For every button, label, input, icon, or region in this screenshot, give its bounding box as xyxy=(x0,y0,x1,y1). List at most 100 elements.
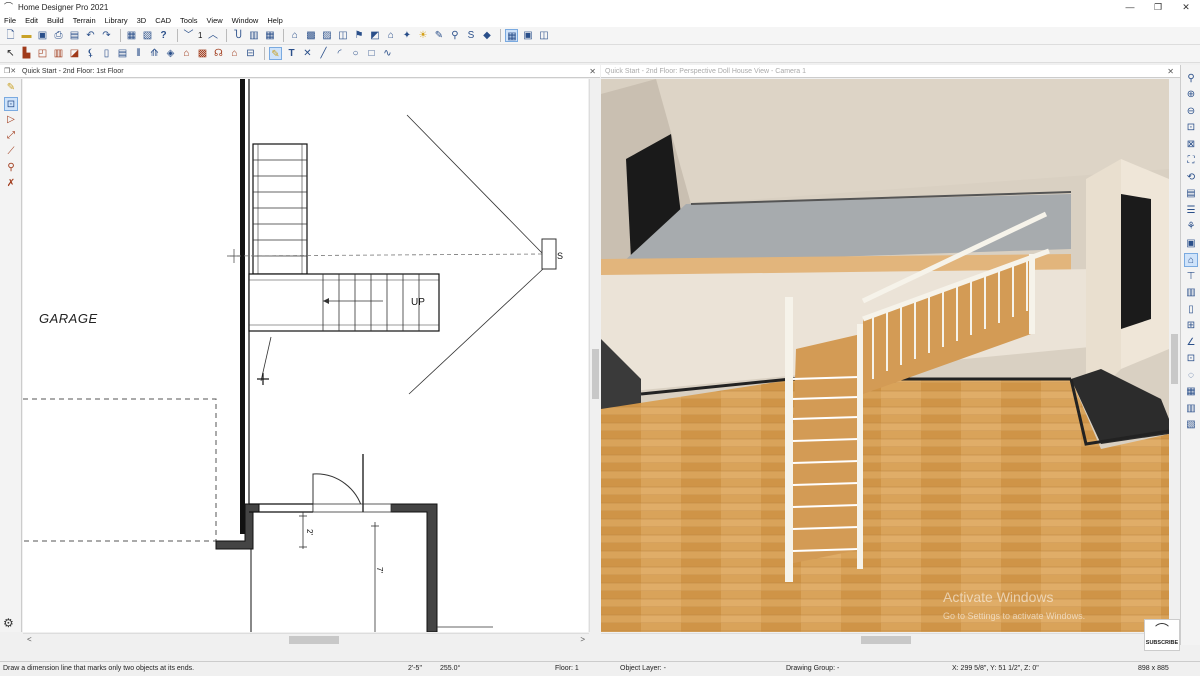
deck-tool-icon[interactable]: ◈ xyxy=(164,47,177,60)
menu-window[interactable]: Window xyxy=(232,16,259,25)
cabinet-tool-icon[interactable]: ▥ xyxy=(52,47,65,60)
zoom-in-icon[interactable]: ⊕ xyxy=(1184,88,1198,102)
open-folder-icon[interactable]: ▬ xyxy=(20,29,33,42)
3d-horizontal-scrollbar[interactable] xyxy=(601,633,1169,645)
plumbing-tool-icon[interactable]: ⌂ xyxy=(228,47,241,60)
roof-tool-icon[interactable]: ⟰ xyxy=(148,47,161,60)
restore-window-icon[interactable]: ❐✕ xyxy=(4,65,22,78)
scroll-right-icon[interactable]: > xyxy=(580,634,585,646)
house-view-icon[interactable]: ⌂ xyxy=(288,29,301,42)
material-painter-icon[interactable]: S xyxy=(464,29,477,42)
cross-section-icon[interactable]: ◫ xyxy=(336,29,349,42)
menu-view[interactable]: View xyxy=(207,16,223,25)
menu-library[interactable]: Library xyxy=(105,16,128,25)
tile-windows-icon[interactable]: ▦ xyxy=(505,29,519,42)
x-marker-icon[interactable]: ✕ xyxy=(301,47,314,60)
calculator-icon[interactable]: ▦ xyxy=(125,29,138,42)
dimension-tool-icon[interactable]: ✎ xyxy=(269,47,282,60)
save-icon[interactable]: ▣ xyxy=(36,29,49,42)
circle-tool-icon[interactable]: ○ xyxy=(349,47,362,60)
3d-upper-post[interactable] xyxy=(1029,254,1035,334)
menu-build[interactable]: Build xyxy=(47,16,64,25)
close-button[interactable]: ✕ xyxy=(1172,0,1200,14)
zoom-out-icon[interactable]: ⊖ xyxy=(1184,105,1198,119)
fireplace-tool-icon[interactable]: ▩ xyxy=(196,47,209,60)
table-icon[interactable]: ▥ xyxy=(1184,402,1198,416)
camera-marker[interactable] xyxy=(541,238,557,270)
scroll-left-icon[interactable]: < xyxy=(27,634,32,646)
window-tool-icon[interactable]: ⚸ xyxy=(84,47,97,60)
floor-plan-canvas[interactable]: UP S 2' 7' GARAGE xyxy=(23,79,588,632)
grid-icon[interactable]: ▦ xyxy=(263,29,276,42)
angle-tool-icon[interactable]: ∠ xyxy=(1184,336,1198,350)
menu-terrain[interactable]: Terrain xyxy=(73,16,96,25)
print-preview-icon[interactable]: ▤ xyxy=(68,29,81,42)
subscribe-badge[interactable]: ⌒ SUBSCRIBE xyxy=(1144,619,1180,651)
split-view-icon[interactable]: ◫ xyxy=(537,29,550,42)
floor-plan-view-icon[interactable]: ▩ xyxy=(304,29,317,42)
circle-dotted-icon[interactable]: ◌ xyxy=(1184,369,1198,383)
render-icon[interactable]: ✦ xyxy=(400,29,413,42)
eraser-icon[interactable]: ◆ xyxy=(480,29,493,42)
display-options-icon[interactable]: ☰ xyxy=(1184,204,1198,218)
3d-vertical-scrollbar[interactable] xyxy=(1169,79,1180,632)
undo-zoom-icon[interactable]: ⟲ xyxy=(1184,171,1198,185)
stairs-vertical[interactable] xyxy=(252,143,308,275)
walkthrough-icon[interactable]: ⚑ xyxy=(352,29,365,42)
interior-dimension-icon[interactable]: ⟋ xyxy=(4,145,18,159)
gear-icon[interactable]: ⚙ xyxy=(3,616,14,630)
plan-wall[interactable] xyxy=(240,79,245,534)
end-to-end-dimension-icon[interactable]: ⤢ xyxy=(4,129,18,143)
fit-all-icon[interactable]: ⛶ xyxy=(1184,154,1198,168)
camera-icon[interactable]: ◩ xyxy=(368,29,381,42)
plan-close-icon[interactable]: ✕ xyxy=(589,65,596,78)
select-arrow-icon[interactable]: ↖ xyxy=(4,47,17,60)
print-icon[interactable]: ⎙ xyxy=(52,29,65,42)
layer-icon[interactable]: ▥ xyxy=(247,29,260,42)
redo-icon[interactable]: ↷ xyxy=(100,29,113,42)
3d-newel-post[interactable] xyxy=(785,297,793,582)
arc-tool-icon[interactable]: ◜ xyxy=(333,47,346,60)
magnet-icon[interactable]: Ⴎ xyxy=(231,29,244,42)
line-tool-icon[interactable]: ╱ xyxy=(317,47,330,60)
spline-tool-icon[interactable]: ∿ xyxy=(381,47,394,60)
undo-icon[interactable]: ↶ xyxy=(84,29,97,42)
walls-icon[interactable]: ⊞ xyxy=(1184,319,1198,333)
door-tool-icon[interactable]: ◪ xyxy=(68,47,81,60)
railing-tool-icon[interactable]: ⫴ xyxy=(132,47,145,60)
room-tool-icon[interactable]: ◰ xyxy=(36,47,49,60)
fit-view-icon[interactable]: ⊠ xyxy=(1184,138,1198,152)
terrain-tool-icon[interactable]: ⌂ xyxy=(180,47,193,60)
angle-dimension-icon[interactable]: ▷ xyxy=(4,113,18,127)
zoom-icon[interactable]: ⚲ xyxy=(1184,72,1198,86)
elevation-view-icon[interactable]: ▨ xyxy=(320,29,333,42)
help-icon[interactable]: ? xyxy=(157,29,170,42)
fill-window-icon[interactable]: ⊡ xyxy=(1184,121,1198,135)
plan-icon[interactable]: ▧ xyxy=(1184,418,1198,432)
cascade-windows-icon[interactable]: ▣ xyxy=(521,29,534,42)
dollhouse-icon[interactable]: ⌂ xyxy=(384,29,397,42)
elevation-icon[interactable]: ⊤ xyxy=(1184,270,1198,284)
stairs-tool-icon[interactable]: ▤ xyxy=(116,47,129,60)
grid-3d-icon[interactable]: ▦ xyxy=(1184,385,1198,399)
text-tool-icon[interactable]: T xyxy=(285,47,298,60)
lighting-icon[interactable]: ☀ xyxy=(416,29,429,42)
dimension-edit-icon[interactable]: ✗ xyxy=(4,177,18,191)
dimension-3d-icon[interactable]: ⊡ xyxy=(1184,352,1198,366)
3d-right-opening[interactable] xyxy=(1121,194,1151,329)
menu-file[interactable]: File xyxy=(4,16,16,25)
chevron-up-icon[interactable]: ︿ xyxy=(206,29,219,42)
chevron-down-icon[interactable]: ﹀ xyxy=(182,29,195,42)
menu-3d[interactable]: 3D xyxy=(137,16,147,25)
dimension-icon[interactable]: ✎ xyxy=(4,81,18,95)
layer-set-icon[interactable]: ▤ xyxy=(1184,187,1198,201)
wall-tool-icon[interactable]: ▙ xyxy=(20,47,33,60)
plan-horizontal-scrollbar[interactable]: < > xyxy=(23,633,589,645)
3d-close-icon[interactable]: ✕ xyxy=(1167,65,1174,78)
3d-stair-post[interactable] xyxy=(857,324,863,569)
materials-list-icon[interactable]: ▧ xyxy=(141,29,154,42)
auto-dimension-icon[interactable]: ⚲ xyxy=(4,161,18,175)
doc-icon[interactable]: ▯ xyxy=(1184,303,1198,317)
3d-perspective-canvas[interactable]: Activate Windows Go to Settings to activ… xyxy=(601,79,1169,632)
menu-cad[interactable]: CAD xyxy=(155,16,171,25)
